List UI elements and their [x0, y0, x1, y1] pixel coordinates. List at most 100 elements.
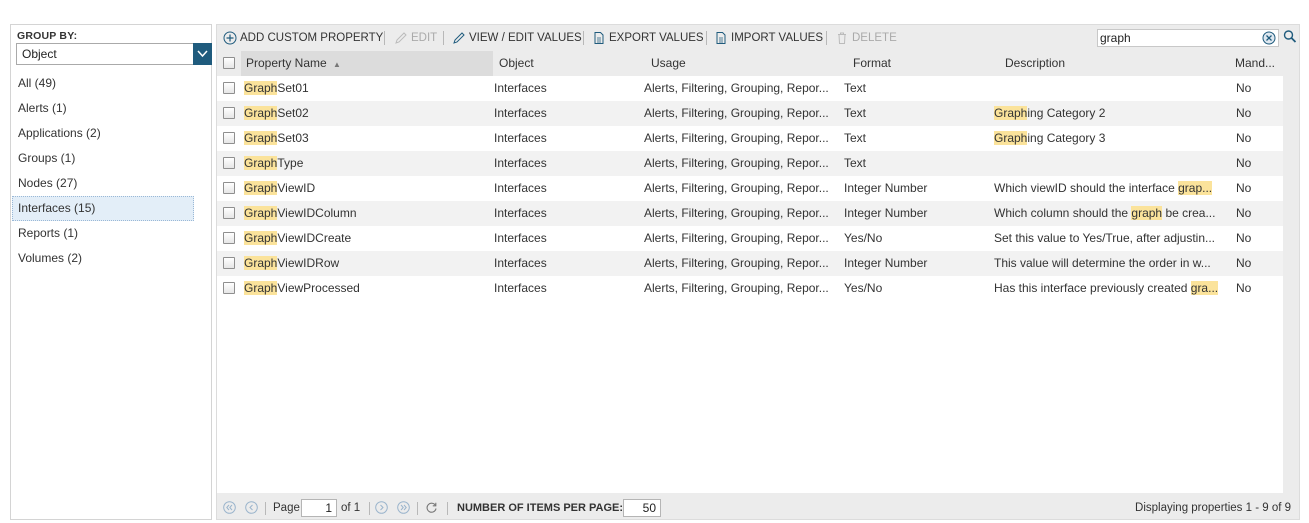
property-name-text: ViewIDColumn [277, 206, 357, 220]
column-header-usage[interactable]: Usage [646, 51, 846, 76]
description-text: ing Category 3 [1027, 131, 1106, 145]
cell-usage: Alerts, Filtering, Grouping, Repor... [644, 206, 829, 220]
cell-object: Interfaces [494, 106, 547, 120]
table-row[interactable]: GraphViewID Interfaces Alerts, Filtering, … [217, 176, 1283, 201]
group-item-applications[interactable]: Applications (2) [12, 121, 194, 146]
property-name-text: Type [277, 156, 304, 170]
search-highlight: Graph [244, 256, 278, 270]
group-item-nodes[interactable]: Nodes (27) [12, 171, 194, 196]
table-row[interactable]: GraphViewProcessed Interfaces Alerts, Filt… [217, 276, 1283, 301]
table-row[interactable]: GraphType Interfaces Alerts, Filtering, Gr… [217, 151, 1283, 176]
cell-mandatory: No [1236, 106, 1252, 120]
search-box [1097, 29, 1279, 47]
cell-format: Yes/No [844, 281, 883, 295]
property-name-text: ViewProcessed [277, 281, 360, 295]
last-page-icon[interactable] [397, 501, 410, 514]
column-header-property-name[interactable]: Property Name ▲ [241, 51, 493, 76]
next-page-icon[interactable] [375, 501, 388, 514]
pager-divider [369, 502, 370, 515]
table-row[interactable]: GraphSet02 Interfaces Alerts, Filtering, G… [217, 101, 1283, 126]
row-checkbox[interactable] [223, 232, 235, 244]
clear-search-icon[interactable] [1262, 31, 1276, 45]
row-checkbox[interactable] [223, 257, 235, 269]
cell-format: Integer Number [844, 181, 928, 195]
grid-header: Property Name ▲ Object Usage Format Desc… [217, 51, 1283, 76]
cell-mandatory: No [1236, 206, 1252, 220]
cell-property-name: GraphViewID [244, 176, 490, 201]
search-highlight: Graph [994, 106, 1028, 120]
trash-icon [838, 32, 846, 44]
search-highlight: Graph [244, 81, 278, 95]
group-list: All (49) Alerts (1) Applications (2) Gro… [11, 71, 211, 271]
cell-format: Text [844, 106, 867, 120]
items-per-page-label: NUMBER OF ITEMS PER PAGE: [457, 502, 624, 514]
table-row[interactable]: GraphSet01 Interfaces Alerts, Filtering, G… [217, 76, 1283, 101]
group-item-interfaces[interactable]: Interfaces (15) [12, 196, 194, 221]
toolbar-divider [826, 31, 827, 45]
cell-usage: Alerts, Filtering, Grouping, Repor... [644, 131, 829, 145]
table-row[interactable]: GraphViewIDColumn Interfaces Alerts, Filte… [217, 201, 1283, 226]
property-name-text: Set03 [277, 131, 309, 145]
row-checkbox[interactable] [223, 157, 235, 169]
property-name-text: ViewIDCreate [277, 231, 352, 245]
column-header-format[interactable]: Format [848, 51, 998, 76]
table-row[interactable]: GraphViewIDRow Interfaces Alerts, Filterin… [217, 251, 1283, 276]
toolbar-divider [443, 31, 444, 45]
search-highlight: Graph [244, 131, 278, 145]
row-checkbox[interactable] [223, 207, 235, 219]
description-text: be crea... [1162, 206, 1216, 220]
cell-format: Text [844, 156, 867, 170]
cell-property-name: GraphViewIDCreate [244, 226, 490, 251]
table-row[interactable]: GraphSet03 Interfaces Alerts, Filtering, G… [217, 126, 1283, 151]
cell-object: Interfaces [494, 181, 547, 195]
search-input[interactable] [1100, 31, 1255, 45]
plus-circle-icon [223, 31, 237, 45]
column-header-description[interactable]: Description [1000, 51, 1228, 76]
row-checkbox[interactable] [223, 282, 235, 294]
group-by-select[interactable]: Object [16, 43, 212, 65]
sort-ascending-icon: ▲ [333, 60, 341, 69]
cell-object: Interfaces [494, 206, 547, 220]
row-checkbox[interactable] [223, 107, 235, 119]
toolbar: ADD CUSTOM PROPERTY EDIT VIEW / EDIT VAL… [217, 25, 1299, 51]
group-item-alerts[interactable]: Alerts (1) [12, 96, 194, 121]
group-item-reports[interactable]: Reports (1) [12, 221, 194, 246]
search-highlight: Graph [244, 281, 278, 295]
group-item-groups[interactable]: Groups (1) [12, 146, 194, 171]
cell-description: Graphing Category 2 [994, 101, 1230, 126]
search-highlight: Graph [244, 181, 278, 195]
group-item-volumes[interactable]: Volumes (2) [12, 246, 194, 271]
pager-summary: Displaying properties 1 - 9 of 9 [1135, 502, 1291, 514]
cell-property-name: GraphViewProcessed [244, 276, 490, 301]
column-header-mandatory[interactable]: Mand... [1230, 51, 1283, 76]
column-header-object[interactable]: Object [494, 51, 644, 76]
row-checkbox[interactable] [223, 82, 235, 94]
chevron-down-icon[interactable] [193, 43, 212, 65]
search-icon[interactable] [1283, 29, 1297, 45]
description-text: Which column should the [994, 206, 1132, 220]
table-row[interactable]: GraphViewIDCreate Interfaces Alerts, Filte… [217, 226, 1283, 251]
cell-description: Which viewID should the interface grap..… [994, 176, 1230, 201]
cell-property-name: GraphViewIDColumn [244, 201, 490, 226]
cell-description: Set this value to Yes/True, after adjust… [994, 226, 1230, 251]
cell-mandatory: No [1236, 156, 1252, 170]
properties-grid: Property Name ▲ Object Usage Format Desc… [217, 51, 1283, 493]
cell-object: Interfaces [494, 256, 547, 270]
cell-usage: Alerts, Filtering, Grouping, Repor... [644, 81, 829, 95]
first-page-icon[interactable] [223, 501, 236, 514]
grid-rows: GraphSet01 Interfaces Alerts, Filtering, G… [217, 76, 1283, 301]
group-by-panel: GROUP BY: Object All (49) Alerts (1) App… [10, 24, 212, 520]
previous-page-icon[interactable] [245, 501, 258, 514]
cell-description: Has this interface previously created gr… [994, 276, 1230, 301]
select-all-checkbox[interactable] [223, 57, 235, 69]
row-checkbox[interactable] [223, 182, 235, 194]
search-highlight: grap... [1178, 181, 1213, 195]
items-per-page-input[interactable]: 50 [623, 499, 661, 517]
row-checkbox[interactable] [223, 132, 235, 144]
cell-property-name: GraphType [244, 151, 490, 176]
page-number-input[interactable]: 1 [301, 499, 337, 517]
cell-object: Interfaces [494, 131, 547, 145]
refresh-icon[interactable] [425, 501, 438, 514]
group-item-all[interactable]: All (49) [12, 71, 194, 96]
pencil-icon [395, 32, 407, 44]
